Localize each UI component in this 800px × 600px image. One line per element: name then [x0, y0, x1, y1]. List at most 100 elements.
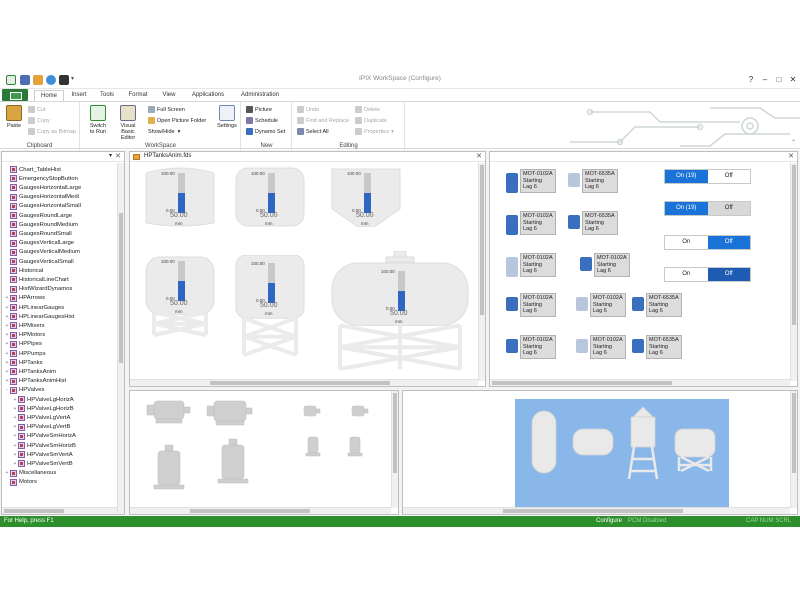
- tree-item[interactable]: + HPTanks: [4, 358, 43, 367]
- tree-item[interactable]: + HPLinearGaugesHist: [4, 312, 74, 321]
- on-off-toggle[interactable]: On Off: [664, 267, 751, 282]
- toggle-on-button[interactable]: On (19): [665, 202, 708, 215]
- tree-close-icon[interactable]: ✕: [115, 152, 121, 161]
- minimize-icon[interactable]: –: [758, 71, 772, 89]
- motor-icon[interactable]: [576, 297, 588, 311]
- motor-icon[interactable]: [632, 297, 644, 311]
- tree-item[interactable]: + HPValveLgHorizB: [12, 404, 74, 413]
- tree-item[interactable]: + HPMotors: [4, 331, 45, 340]
- toggle-on-button[interactable]: On: [665, 236, 708, 249]
- motor-icon[interactable]: [506, 173, 518, 193]
- tree-item[interactable]: GaugesRoundLarge: [4, 211, 72, 220]
- close-icon[interactable]: ✕: [786, 71, 800, 89]
- select-all-button[interactable]: Select All: [297, 127, 329, 136]
- tree-item[interactable]: GaugesHorizontalSmall: [4, 202, 81, 211]
- tree-item[interactable]: EmergencyStopButton: [4, 174, 78, 183]
- tree-item[interactable]: + HPLinearGauges: [4, 303, 64, 312]
- tanks-vertical-scrollbar[interactable]: [478, 163, 485, 381]
- motor-icon[interactable]: [506, 297, 518, 311]
- on-off-toggle[interactable]: On (19) Off: [664, 201, 751, 216]
- help-icon[interactable]: ?: [744, 71, 758, 89]
- tanks-hscroll-thumb[interactable]: [210, 381, 390, 385]
- tank-graphic[interactable]: 100.00 0.00 50.00 mm: [144, 167, 216, 227]
- switch-to-run-button[interactable]: Switch to Run: [85, 105, 111, 135]
- visual-basic-editor-button[interactable]: Visual Basic Editor: [114, 105, 142, 141]
- collapse-ribbon-icon[interactable]: ⌃: [791, 139, 796, 146]
- tank-graphic[interactable]: 100.00 0.00 50.00 mm: [234, 167, 306, 227]
- new-schedule-button[interactable]: Schedule: [246, 116, 278, 125]
- tree-item[interactable]: Motors: [4, 478, 37, 487]
- duplicate-button[interactable]: Duplicate: [355, 116, 387, 125]
- on-off-toggle[interactable]: On Off: [664, 235, 751, 250]
- tree-item[interactable]: + HPPipes: [4, 340, 42, 349]
- tree-item[interactable]: GaugesVerticalSmall: [4, 257, 74, 266]
- settings-button[interactable]: Settings: [216, 105, 238, 129]
- motors-vertical-scrollbar[interactable]: [790, 163, 797, 381]
- open-picture-folder-button[interactable]: Open Picture Folder: [148, 116, 206, 125]
- tree-item[interactable]: + HPValveLgHorizA: [12, 395, 74, 404]
- motor-icon[interactable]: [576, 339, 588, 353]
- equipment-vertical-scrollbar[interactable]: [391, 391, 398, 508]
- toggle-on-button[interactable]: On: [665, 268, 708, 281]
- tab-administration[interactable]: Administration: [235, 90, 285, 101]
- equipment-horizontal-scrollbar[interactable]: [130, 507, 391, 514]
- motor-icon[interactable]: [506, 257, 518, 277]
- tree-item[interactable]: - HPValves: [4, 386, 44, 395]
- file-menu-button[interactable]: [2, 89, 28, 101]
- show-hide-button[interactable]: Show/Hide ▾: [148, 127, 180, 136]
- new-picture-button[interactable]: Picture: [246, 105, 272, 114]
- paste-button[interactable]: Paste: [4, 105, 24, 129]
- thumbnails-scroll-thumb[interactable]: [792, 393, 796, 473]
- tree-item[interactable]: HistWizardDynamos: [4, 285, 72, 294]
- toggle-off-button[interactable]: Off: [707, 268, 750, 281]
- tree-item[interactable]: GaugesVerticalMedium: [4, 248, 80, 257]
- copy-as-bitmap-button[interactable]: Copy as Bitmap: [28, 127, 76, 136]
- tank-graphic[interactable]: 100.00 0.00 50.00 mm: [144, 255, 216, 337]
- tab-view[interactable]: View: [157, 90, 181, 101]
- tree-item[interactable]: HistoricalLineChart: [4, 275, 69, 284]
- motors-scroll-thumb[interactable]: [792, 165, 796, 325]
- tree-item[interactable]: + HPPumps: [4, 349, 46, 358]
- tree-item[interactable]: + HPValveSmVertA: [12, 450, 73, 459]
- tree-item[interactable]: GaugesRoundMedium: [4, 220, 78, 229]
- tree-item[interactable]: + HPTanksAnimHist: [4, 377, 66, 386]
- tree-item[interactable]: + Miscellaneous: [4, 469, 56, 478]
- tree-item[interactable]: + HPMixers: [4, 321, 45, 330]
- tank-graphic[interactable]: 100.00 0.00 50.00 mm: [330, 167, 402, 228]
- tab-home[interactable]: Home: [34, 90, 64, 101]
- tree-item[interactable]: + HPArrows: [4, 294, 45, 303]
- find-replace-button[interactable]: Find and Replace: [297, 116, 349, 125]
- tree-horizontal-scrollbar[interactable]: [2, 507, 117, 514]
- properties-button[interactable]: Properties ▾: [355, 127, 394, 136]
- thumbnails-vertical-scrollbar[interactable]: [790, 391, 797, 508]
- copy-button[interactable]: Copy: [28, 116, 50, 125]
- full-screen-button[interactable]: Full Screen: [148, 105, 185, 114]
- tank-graphic[interactable]: 100.00 0.00 50.00 mm: [330, 250, 470, 371]
- new-dynamo-set-button[interactable]: Dynamo Set: [246, 127, 285, 136]
- tank-graphic[interactable]: 100.00 0.00 50.00 mm: [234, 254, 306, 357]
- tree-item[interactable]: + HPValveSmHorizB: [12, 441, 76, 450]
- equipment-hscroll-thumb[interactable]: [190, 509, 310, 513]
- undo-button[interactable]: Undo: [297, 105, 319, 114]
- tree-vertical-scrollbar[interactable]: [117, 163, 124, 514]
- tab-tools[interactable]: Tools: [95, 90, 119, 101]
- tree-item[interactable]: Historical: [4, 266, 43, 275]
- maximize-icon[interactable]: □: [772, 71, 786, 89]
- toggle-off-button[interactable]: Off: [707, 170, 750, 183]
- motors-horizontal-scrollbar[interactable]: [490, 379, 790, 386]
- delete-button[interactable]: Delete: [355, 105, 380, 114]
- tree-item[interactable]: + HPValveSmVertB: [12, 459, 73, 468]
- toggle-off-button[interactable]: Off: [707, 236, 750, 249]
- tanks-close-icon[interactable]: ✕: [476, 152, 482, 161]
- motor-icon[interactable]: [506, 339, 518, 353]
- cut-button[interactable]: Cut: [28, 105, 46, 114]
- tree-item[interactable]: GaugesHorizontalLarge: [4, 183, 81, 192]
- tree-item[interactable]: + HPValveLgVertB: [12, 423, 70, 432]
- tree-item[interactable]: GaugesVerticalLarge: [4, 239, 74, 248]
- tree-item[interactable]: + HPTanksAnim: [4, 367, 56, 376]
- thumbnails-hscroll-thumb[interactable]: [503, 509, 683, 513]
- tanks-scroll-thumb[interactable]: [480, 165, 484, 315]
- tanks-horizontal-scrollbar[interactable]: [130, 379, 478, 386]
- tab-insert[interactable]: Insert: [66, 90, 92, 101]
- motor-icon[interactable]: [506, 215, 518, 235]
